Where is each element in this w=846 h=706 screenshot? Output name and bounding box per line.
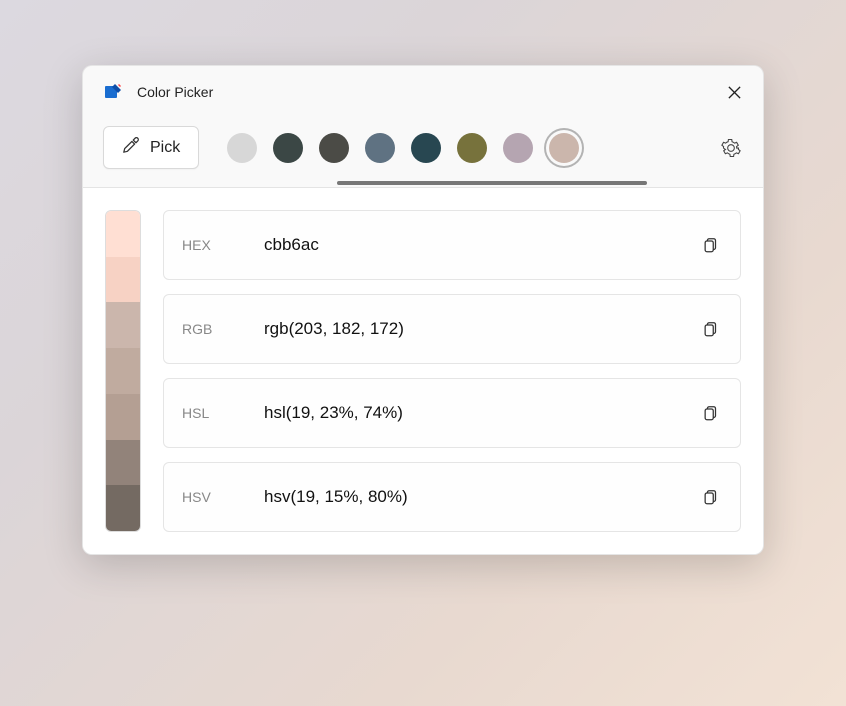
settings-button[interactable]: [719, 136, 743, 160]
color-swatch[interactable]: [411, 133, 441, 163]
format-value: hsv(19, 15%, 80%): [264, 487, 700, 507]
format-row: HSVhsv(19, 15%, 80%): [163, 462, 741, 532]
copy-button[interactable]: [700, 318, 722, 340]
color-swatch[interactable]: [227, 133, 257, 163]
shade-swatch[interactable]: [106, 440, 140, 486]
format-row: HSLhsl(19, 23%, 74%): [163, 378, 741, 448]
format-label: HEX: [182, 237, 264, 253]
color-swatch[interactable]: [503, 133, 533, 163]
color-history-swatches: [227, 133, 701, 163]
pick-button-label: Pick: [150, 139, 180, 157]
swatches-scrollbar[interactable]: [337, 181, 647, 185]
format-value: hsl(19, 23%, 74%): [264, 403, 700, 423]
copy-button[interactable]: [700, 234, 722, 256]
color-swatch[interactable]: [549, 133, 579, 163]
copy-button[interactable]: [700, 486, 722, 508]
color-swatch[interactable]: [319, 133, 349, 163]
color-picker-window: Color Picker Pick HEXcbb6acRGBrgb(203,: [82, 65, 764, 555]
pick-button[interactable]: Pick: [103, 126, 199, 169]
shade-swatch[interactable]: [106, 485, 140, 531]
formats-list: HEXcbb6ac RGBrgb(203, 182, 172) HSLhsl(19,…: [163, 210, 741, 532]
format-value: rgb(203, 182, 172): [264, 319, 700, 339]
format-label: RGB: [182, 321, 264, 337]
shade-swatch[interactable]: [106, 257, 140, 303]
titlebar: Color Picker: [83, 66, 763, 114]
format-row: RGBrgb(203, 182, 172): [163, 294, 741, 364]
shade-swatch[interactable]: [106, 211, 140, 257]
content-area: HEXcbb6ac RGBrgb(203, 182, 172) HSLhsl(19,…: [83, 188, 763, 554]
shade-swatch[interactable]: [106, 394, 140, 440]
eyedropper-icon: [122, 136, 140, 159]
shade-swatch[interactable]: [106, 348, 140, 394]
shades-column: [105, 210, 141, 532]
window-title: Color Picker: [137, 84, 725, 100]
app-icon: [103, 82, 123, 102]
color-swatch[interactable]: [365, 133, 395, 163]
format-label: HSL: [182, 405, 264, 421]
format-label: HSV: [182, 489, 264, 505]
format-value: cbb6ac: [264, 235, 700, 255]
copy-button[interactable]: [700, 402, 722, 424]
shade-swatch[interactable]: [106, 302, 140, 348]
format-row: HEXcbb6ac: [163, 210, 741, 280]
color-swatch[interactable]: [457, 133, 487, 163]
toolbar: Pick: [83, 114, 763, 188]
color-swatch[interactable]: [273, 133, 303, 163]
close-button[interactable]: [725, 83, 743, 101]
